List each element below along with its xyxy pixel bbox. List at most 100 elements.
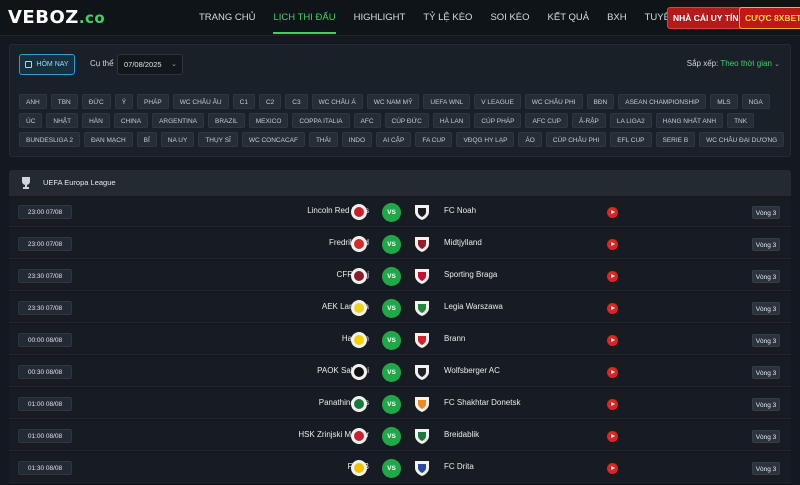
league-filter-chips: ANH TBN ĐỨC Ý PHÁP WC CHÂU ÂU C1 C2 C3 WC CHÂU ÁW…: [19, 94, 785, 147]
league-chip[interactable]: ANH: [19, 94, 47, 109]
away-team-name[interactable]: Wolfsberger AC: [444, 366, 500, 375]
league-chip[interactable]: NHẬT: [46, 113, 79, 128]
league-chip[interactable]: Ý: [114, 94, 134, 109]
nav-item-ty-le-keo[interactable]: TỶ LỆ KÈO: [414, 0, 481, 36]
away-team-name[interactable]: Brann: [444, 334, 465, 343]
sort-control[interactable]: Sắp xếp: Theo thời gian ⌄: [687, 59, 780, 68]
today-button[interactable]: HÔM NAY: [19, 54, 75, 75]
league-chip[interactable]: HÀ LAN: [432, 113, 471, 128]
league-chip[interactable]: INDO: [341, 132, 373, 147]
match-row[interactable]: 23:30 07/08CFR ClujVSSporting BragaVòng …: [9, 261, 791, 291]
top-navigation-bar: VEBOZ.co TRANG CHỦ LỊCH THI ĐẤU HIGHLIGH…: [0, 0, 800, 36]
away-team-name[interactable]: FC Noah: [444, 206, 476, 215]
league-chip[interactable]: ÚC: [19, 113, 43, 128]
league-chip[interactable]: CÚP ĐỨC: [384, 113, 429, 128]
league-chip[interactable]: WC NAM MỸ: [366, 94, 420, 109]
match-row[interactable]: 00:00 08/08HackenVSBrannVòng 3: [9, 325, 791, 355]
nav-item-bxh[interactable]: BXH: [598, 0, 636, 36]
league-chip[interactable]: SERIE B: [655, 132, 696, 147]
league-chip[interactable]: MLS: [710, 94, 738, 109]
league-chip[interactable]: ASEAN CHAMPIONSHIP: [618, 94, 707, 109]
league-chip[interactable]: C3: [285, 94, 308, 109]
league-chip[interactable]: MEXICO: [248, 113, 289, 128]
trusted-bookmaker-button[interactable]: NHÀ CÁI UY TÍN: [667, 7, 745, 29]
play-icon[interactable]: [607, 399, 618, 410]
league-chip[interactable]: CHINA: [113, 113, 149, 128]
league-chip[interactable]: BRAZIL: [207, 113, 245, 128]
play-icon[interactable]: [607, 303, 618, 314]
nav-item-soi-keo[interactable]: SOI KÈO: [481, 0, 538, 36]
league-chip[interactable]: ĐAN MẠCH: [83, 132, 133, 147]
league-chip[interactable]: THỤY SĨ: [198, 132, 238, 147]
away-team-name[interactable]: Breidablik: [444, 430, 479, 439]
league-chip[interactable]: ÁO: [518, 132, 542, 147]
play-icon[interactable]: [607, 239, 618, 250]
league-chip[interactable]: AFC CUP: [525, 113, 569, 128]
nav-item-trang-chu[interactable]: TRANG CHỦ: [190, 0, 264, 36]
site-logo[interactable]: VEBOZ.co: [8, 7, 105, 28]
play-icon[interactable]: [607, 463, 618, 474]
league-chip[interactable]: LA LIGA2: [609, 113, 652, 128]
play-icon[interactable]: [607, 431, 618, 442]
bet-8xbet-button[interactable]: CƯỢC 8XBET: [739, 7, 800, 29]
league-chip[interactable]: UEFA WNL: [423, 94, 471, 109]
league-chip[interactable]: HẠNG NHẤT ANH: [655, 113, 724, 128]
league-chip[interactable]: C2: [258, 94, 282, 109]
match-time: 01:30 08/08: [18, 461, 72, 475]
play-icon[interactable]: [607, 335, 618, 346]
away-team-name[interactable]: Legia Warszawa: [444, 302, 503, 311]
away-team-crest-icon: [415, 301, 429, 316]
match-row[interactable]: 00:30 08/08 PAOK Saloniki VS Wolfsberger AC…: [9, 357, 791, 387]
vs-badge: VS: [382, 427, 401, 446]
league-chip[interactable]: WC CHÂU Á: [311, 94, 363, 109]
league-chip[interactable]: Ả-RẬP: [572, 113, 606, 128]
league-chip[interactable]: FA CUP: [415, 132, 453, 147]
nav-item-highlight[interactable]: HIGHLIGHT: [345, 0, 415, 36]
match-row[interactable]: 23:00 07/08 Fredrikstad VS Midtjylland Vòng …: [9, 229, 791, 259]
league-chip[interactable]: TBN: [50, 94, 78, 109]
league-chip[interactable]: WC CONCACAF: [241, 132, 305, 147]
league-chip[interactable]: WC CHÂU PHI: [524, 94, 583, 109]
league-chip[interactable]: CÚP CHÂU PHI: [545, 132, 607, 147]
league-chip[interactable]: AI CẬP: [376, 132, 412, 147]
league-chip[interactable]: NGA: [741, 94, 770, 109]
away-team-name[interactable]: FC Shakhtar Donetsk: [444, 398, 520, 407]
play-icon[interactable]: [607, 367, 618, 378]
nav-item-lich-thi-dau[interactable]: LỊCH THI ĐẤU: [264, 0, 344, 36]
match-row[interactable]: 01:30 08/08FCSBVSFC DritaVòng 3: [9, 453, 791, 483]
league-chip[interactable]: VĐQG HY LẠP: [456, 132, 515, 147]
round-badge: Vòng 3: [752, 334, 780, 347]
league-chip[interactable]: THÁI: [308, 132, 338, 147]
league-chip[interactable]: ĐỨC: [81, 94, 111, 109]
away-team-name[interactable]: Midtjylland: [444, 238, 482, 247]
match-time: 00:30 08/08: [18, 365, 72, 379]
league-chip[interactable]: WC CHÂU ÂU: [172, 94, 229, 109]
match-row[interactable]: 01:00 08/08 HSK Zrinjski Mostar VS Breidabl…: [9, 421, 791, 451]
home-team-crest-icon: [351, 460, 367, 476]
league-chip[interactable]: HÀN: [82, 113, 110, 128]
league-chip[interactable]: WC CHÂU ĐẠI DƯƠNG: [699, 132, 785, 147]
away-team-name[interactable]: FC Drita: [444, 462, 474, 471]
league-chip[interactable]: EFL CUP: [610, 132, 652, 147]
league-chip[interactable]: NA UY: [160, 132, 195, 147]
league-chip[interactable]: BUNDESLIGA 2: [19, 132, 80, 147]
league-chip[interactable]: TNK: [727, 113, 755, 128]
match-row[interactable]: 23:30 07/08 AEK Larnaca VS Legia Warszawa Vò…: [9, 293, 791, 323]
away-team-crest-icon: [415, 397, 429, 412]
play-icon[interactable]: [607, 271, 618, 282]
league-chip[interactable]: BỈ: [136, 132, 157, 147]
league-chip[interactable]: C1: [232, 94, 255, 109]
match-row[interactable]: 23:00 07/08 Lincoln Red Imps VS FC Noah Vòng…: [9, 197, 791, 227]
league-chip[interactable]: COPPA ITALIA: [292, 113, 350, 128]
away-team-name[interactable]: Sporting Braga: [444, 270, 497, 279]
league-chip[interactable]: BĐN: [586, 94, 615, 109]
league-chip[interactable]: PHÁP: [137, 94, 169, 109]
match-row[interactable]: 01:00 08/08 Panathinaikos VS FC Shakhtar Do…: [9, 389, 791, 419]
league-chip[interactable]: ARGENTINA: [152, 113, 204, 128]
play-icon[interactable]: [607, 207, 618, 218]
league-chip[interactable]: AFC: [353, 113, 381, 128]
date-select[interactable]: 07/08/2025 ⌄: [117, 54, 183, 75]
league-chip[interactable]: V LEAGUE: [474, 94, 521, 109]
league-chip[interactable]: CÚP PHÁP: [474, 113, 522, 128]
nav-item-ket-qua[interactable]: KẾT QUẢ: [539, 0, 599, 36]
